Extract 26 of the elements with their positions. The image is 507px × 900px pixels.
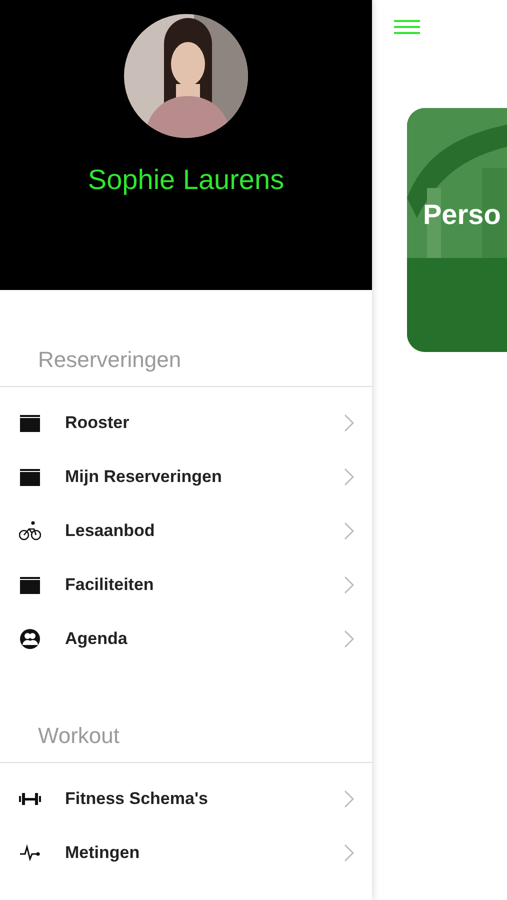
- menu-item[interactable]: Agenda: [0, 612, 372, 666]
- card-title: Perso: [423, 199, 501, 231]
- chevron-icon: [344, 522, 354, 540]
- pulse-icon: [19, 842, 41, 864]
- menu-icon[interactable]: [394, 18, 420, 36]
- calendar-icon: [19, 574, 41, 596]
- menu-item[interactable]: Fitness Schema's: [0, 772, 372, 826]
- menu-item[interactable]: Rooster: [0, 396, 372, 450]
- chevron-icon: [344, 630, 354, 648]
- menu-item[interactable]: Lesaanbod: [0, 504, 372, 558]
- calendar-icon: [19, 466, 41, 488]
- chevron-icon: [344, 414, 354, 432]
- chevron-icon: [344, 468, 354, 486]
- menu-item[interactable]: Metingen: [0, 826, 372, 880]
- bicycle-icon: [19, 520, 41, 542]
- promo-card[interactable]: Perso: [407, 108, 507, 352]
- calendar-icon: [19, 412, 41, 434]
- chevron-icon: [344, 790, 354, 808]
- chevron-icon: [344, 576, 354, 594]
- menu-item[interactable]: Mijn Reserveringen: [0, 450, 372, 504]
- user-name: Sophie Laurens: [88, 164, 284, 196]
- section-title: Workout: [0, 719, 372, 763]
- menu-item[interactable]: Faciliteiten: [0, 558, 372, 612]
- chevron-icon: [344, 844, 354, 862]
- section-title: Reserveringen: [0, 343, 372, 387]
- people-icon: [19, 628, 41, 650]
